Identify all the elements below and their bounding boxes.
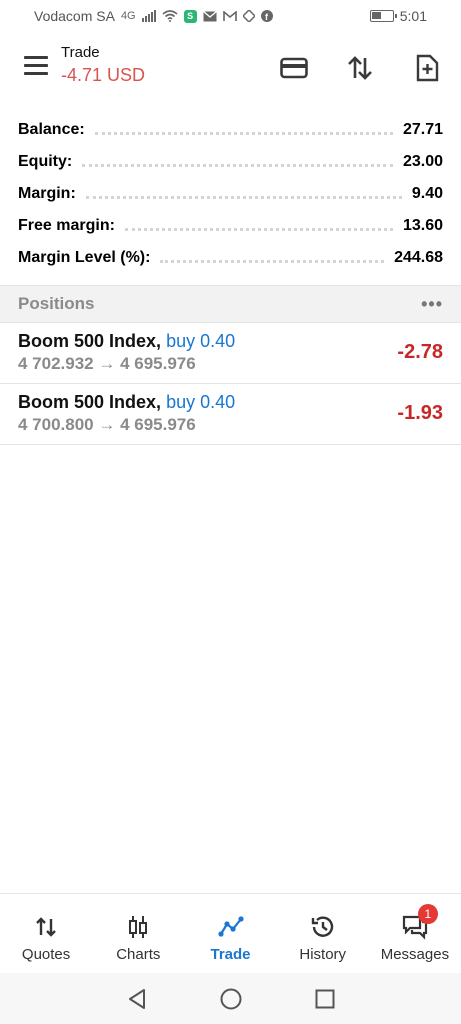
notification-icon bbox=[242, 10, 255, 22]
position-symbol: Boom 500 Index, bbox=[18, 392, 162, 412]
position-prices: 4 700.800 → 4 695.976 bbox=[18, 415, 196, 434]
section-title: Positions bbox=[18, 294, 95, 313]
menu-icon[interactable] bbox=[24, 56, 48, 76]
summary-value: 27.71 bbox=[402, 121, 443, 138]
position-row[interactable]: Boom 500 Index, buy 0.40 4 700.800 → 4 6… bbox=[0, 384, 461, 445]
position-row[interactable]: Boom 500 Index, buy 0.40 4 702.932 → 4 6… bbox=[0, 323, 461, 384]
clock: 5:01 bbox=[399, 8, 427, 24]
wifi-icon bbox=[162, 10, 178, 22]
summary-label: Free margin: bbox=[18, 217, 115, 234]
sort-icon[interactable] bbox=[346, 54, 374, 82]
network-type: 4G bbox=[120, 10, 136, 22]
summary-row-margin: Margin: 9.40 bbox=[18, 178, 443, 210]
nav-trade[interactable]: Trade bbox=[184, 894, 276, 973]
system-navigation-bar bbox=[0, 973, 461, 1024]
more-options-icon[interactable]: ••• bbox=[421, 294, 443, 315]
summary-row-equity: Equity: 23.00 bbox=[18, 146, 443, 178]
dotted-leader bbox=[160, 259, 385, 263]
position-side: buy 0.40 bbox=[166, 331, 236, 351]
dotted-leader bbox=[82, 163, 393, 167]
position-symbol: Boom 500 Index, bbox=[18, 331, 162, 351]
summary-label: Margin Level (%): bbox=[18, 249, 151, 266]
new-order-icon[interactable] bbox=[413, 54, 441, 82]
signal-icon bbox=[141, 10, 156, 22]
positions-list: Boom 500 Index, buy 0.40 4 702.932 → 4 6… bbox=[0, 323, 461, 445]
nav-history[interactable]: History bbox=[277, 894, 369, 973]
position-title: Boom 500 Index, buy 0.40 bbox=[18, 331, 443, 352]
summary-row-balance: Balance: 27.71 bbox=[18, 114, 443, 146]
carrier-name: Vodacom SA bbox=[34, 8, 115, 24]
nav-quotes[interactable]: Quotes bbox=[0, 894, 92, 973]
page-title: Trade bbox=[61, 44, 100, 61]
recents-icon[interactable] bbox=[313, 987, 337, 1011]
summary-value: 23.00 bbox=[402, 153, 443, 170]
summary-label: Balance: bbox=[18, 121, 85, 138]
summary-label: Equity: bbox=[18, 153, 73, 170]
position-prices: 4 702.932 → 4 695.976 bbox=[18, 354, 196, 373]
position-profit: -2.78 bbox=[397, 341, 443, 363]
history-icon bbox=[311, 916, 333, 937]
title-block: Trade -4.71 USD bbox=[61, 44, 145, 86]
trade-icon bbox=[217, 916, 244, 937]
credit-card-icon[interactable] bbox=[280, 54, 308, 82]
nav-label: Messages bbox=[380, 946, 450, 963]
status-bar: Vodacom SA 4G S f 5:01 bbox=[0, 0, 461, 32]
dotted-leader bbox=[85, 195, 402, 199]
position-profit: -1.93 bbox=[397, 402, 443, 424]
home-icon[interactable] bbox=[219, 987, 243, 1011]
app-notification-icon: S bbox=[183, 9, 197, 23]
mail-icon bbox=[202, 10, 217, 21]
back-icon[interactable] bbox=[125, 987, 149, 1011]
summary-label: Margin: bbox=[18, 185, 76, 202]
unread-badge: 1 bbox=[417, 904, 438, 924]
nav-label: History bbox=[299, 946, 347, 963]
total-profit: -4.71 USD bbox=[61, 65, 146, 85]
charts-icon bbox=[129, 916, 148, 938]
facebook-icon: f bbox=[260, 10, 273, 22]
summary-row-free-margin: Free margin: 13.60 bbox=[18, 210, 443, 242]
nav-label: Quotes bbox=[21, 946, 71, 963]
bottom-navigation: Quotes Charts Trade History 1 Messages bbox=[0, 893, 461, 973]
summary-value: 244.68 bbox=[394, 249, 443, 266]
gmail-icon bbox=[222, 10, 237, 21]
summary-value: 13.60 bbox=[402, 217, 443, 234]
summary-row-margin-level: Margin Level (%): 244.68 bbox=[18, 242, 443, 274]
battery-icon bbox=[369, 10, 397, 22]
nav-charts[interactable]: Charts bbox=[92, 894, 184, 973]
positions-header: Positions ••• bbox=[0, 285, 461, 323]
nav-label: Charts bbox=[116, 946, 161, 963]
position-side: buy 0.40 bbox=[166, 392, 236, 412]
app-bar: Trade -4.71 USD bbox=[0, 36, 461, 100]
summary-value: 9.40 bbox=[411, 185, 443, 202]
dotted-leader bbox=[94, 131, 393, 135]
position-title: Boom 500 Index, buy 0.40 bbox=[18, 392, 443, 413]
nav-messages[interactable]: 1 Messages bbox=[369, 894, 461, 973]
dotted-leader bbox=[124, 227, 393, 231]
account-summary: Balance: 27.71 Equity: 23.00 Margin: 9.4… bbox=[18, 114, 443, 274]
quotes-icon bbox=[36, 917, 56, 937]
nav-label: Trade bbox=[210, 946, 251, 963]
